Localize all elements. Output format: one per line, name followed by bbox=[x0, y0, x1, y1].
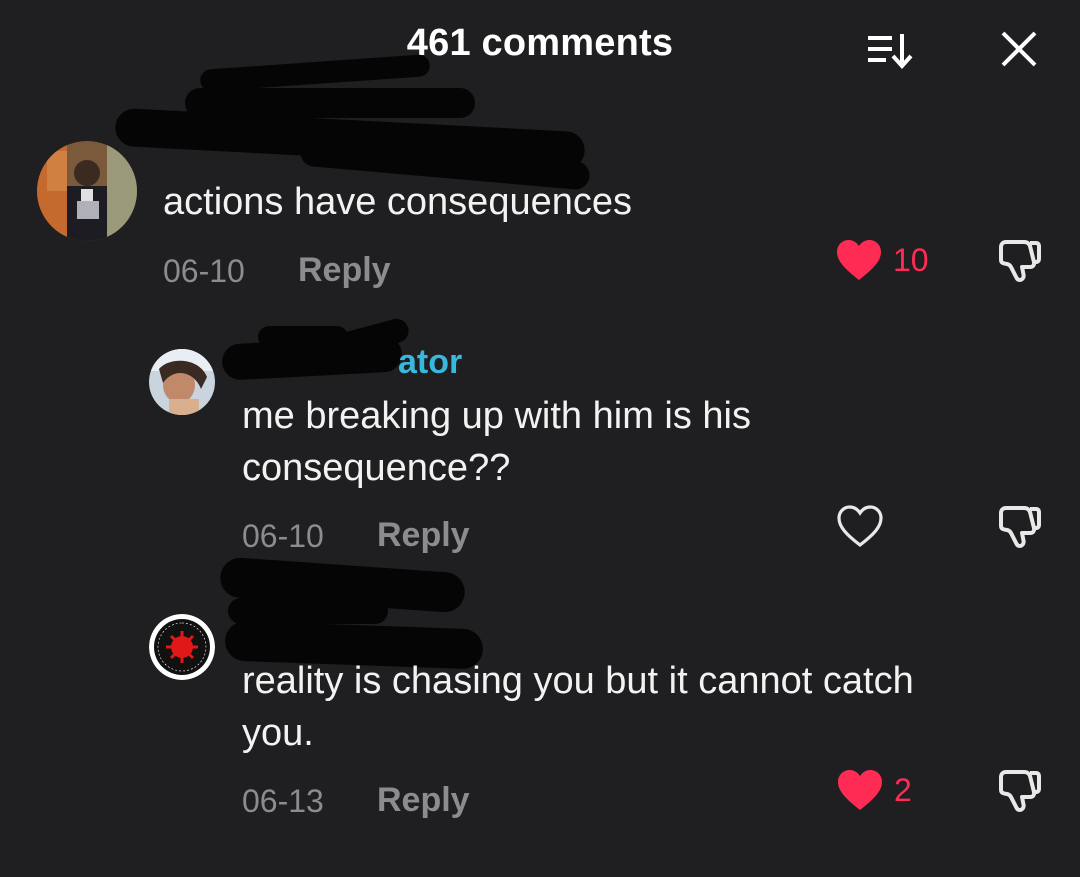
heart-icon[interactable] bbox=[836, 504, 884, 553]
close-icon[interactable] bbox=[998, 28, 1040, 70]
like-count: 2 bbox=[894, 772, 912, 808]
comment-date: 06-10 bbox=[242, 518, 324, 554]
comment-date: 06-13 bbox=[242, 783, 324, 819]
comment-text: me breaking up with him is his bbox=[242, 395, 751, 437]
comment-text: reality is chasing you but it cannot cat… bbox=[242, 660, 914, 702]
reply-button[interactable]: Reply bbox=[377, 781, 470, 820]
like-count: 10 bbox=[893, 242, 929, 278]
thumbs-down-icon[interactable] bbox=[996, 766, 1044, 819]
reply-button[interactable]: Reply bbox=[377, 516, 470, 555]
comments-count-title: 461 comments bbox=[406, 22, 674, 64]
avatar[interactable] bbox=[149, 614, 215, 680]
heart-icon[interactable] bbox=[836, 768, 884, 817]
thumbs-down-icon[interactable] bbox=[996, 236, 1044, 289]
heart-icon[interactable] bbox=[835, 238, 883, 287]
thumbs-down-icon[interactable] bbox=[996, 502, 1044, 555]
comment-text: you. bbox=[242, 712, 314, 754]
comment-date: 06-10 bbox=[163, 253, 245, 289]
avatar[interactable] bbox=[149, 349, 215, 415]
sort-icon[interactable] bbox=[866, 30, 916, 72]
reply-button[interactable]: Reply bbox=[298, 251, 391, 290]
comment-username[interactable]: ator bbox=[398, 343, 462, 382]
comment-text: actions have consequences bbox=[163, 181, 632, 223]
redacted-username bbox=[228, 598, 388, 624]
avatar[interactable] bbox=[37, 141, 137, 241]
comment-text: consequence?? bbox=[242, 447, 511, 489]
